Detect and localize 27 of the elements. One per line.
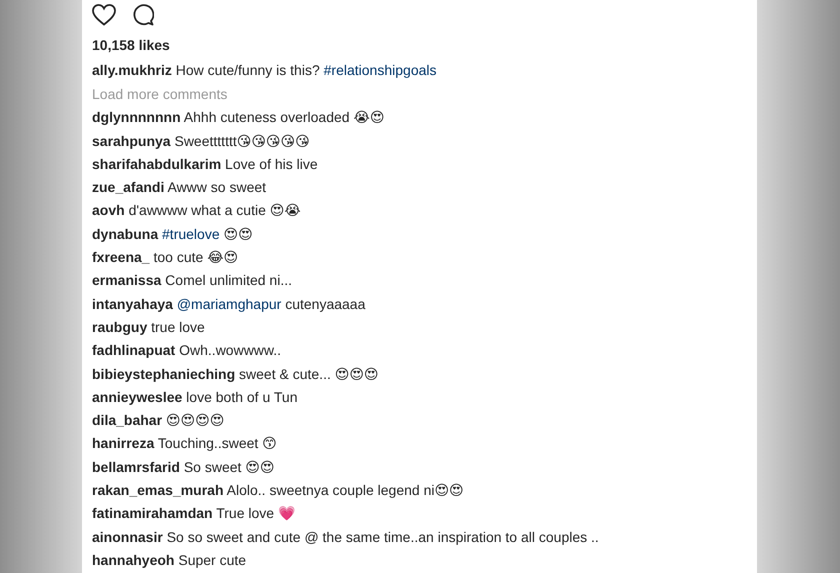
tag-link[interactable]: #truelove bbox=[162, 226, 220, 242]
caption: ally.mukhriz How cute/funny is this? #relationshipgoals bbox=[92, 61, 436, 79]
comment: fatinamirahamdan True love 💗 bbox=[92, 504, 295, 522]
comment: sharifahabdulkarim Love of his live bbox=[92, 154, 318, 173]
comment: zue_afandi Awww so sweet bbox=[92, 178, 266, 196]
comment-icon[interactable] bbox=[132, 4, 154, 26]
comment: ainonnasir So so sweet and cute @ the same time..an inspiration to all couples .. bbox=[92, 528, 599, 546]
heart-icon[interactable] bbox=[92, 4, 116, 26]
comment: dynabuna #truelove 😍😍 bbox=[92, 224, 253, 243]
comment: raubguy true love bbox=[92, 318, 205, 336]
comment: hannahyeoh Super cute bbox=[92, 550, 246, 569]
comment: bibieystephanieching sweet & cute... 😍😍😍 bbox=[92, 364, 379, 383]
comment: bellamrsfarid So sweet 😍😍 bbox=[92, 458, 274, 476]
comment: sarahpunya Sweettttttt😘😘😘😘😘 bbox=[92, 132, 310, 150]
comment: fadhlinapuat Owh..wowwww.. bbox=[92, 341, 282, 360]
tag-link[interactable]: @mariamghapur bbox=[176, 296, 282, 312]
comment: intanyahaya @mariamghapur cutenyaaaaa bbox=[92, 294, 366, 313]
comment: annieyweslee love both of u Tun bbox=[92, 388, 298, 406]
comment: aovh d'awwww what a cutie 😍😭 bbox=[92, 201, 301, 220]
comment: hanirreza Touching..sweet 😙 bbox=[92, 434, 277, 452]
likes-count[interactable]: 10,158 likes bbox=[92, 36, 170, 54]
comment: fxreena_ too cute 😂😍 bbox=[92, 248, 238, 266]
tag-link[interactable]: #relationshipgoals bbox=[324, 62, 436, 78]
comment: rakan_emas_murah Alolo.. sweetnya couple legend ni😍😍 bbox=[92, 481, 464, 500]
comment: ermanissa Comel unlimited ni... bbox=[92, 271, 292, 290]
comment: dglynnnnnnn Ahhh cuteness overloaded 😭😍 bbox=[92, 108, 384, 126]
comment: dila_bahar 😍😍😍😍 bbox=[92, 411, 224, 430]
